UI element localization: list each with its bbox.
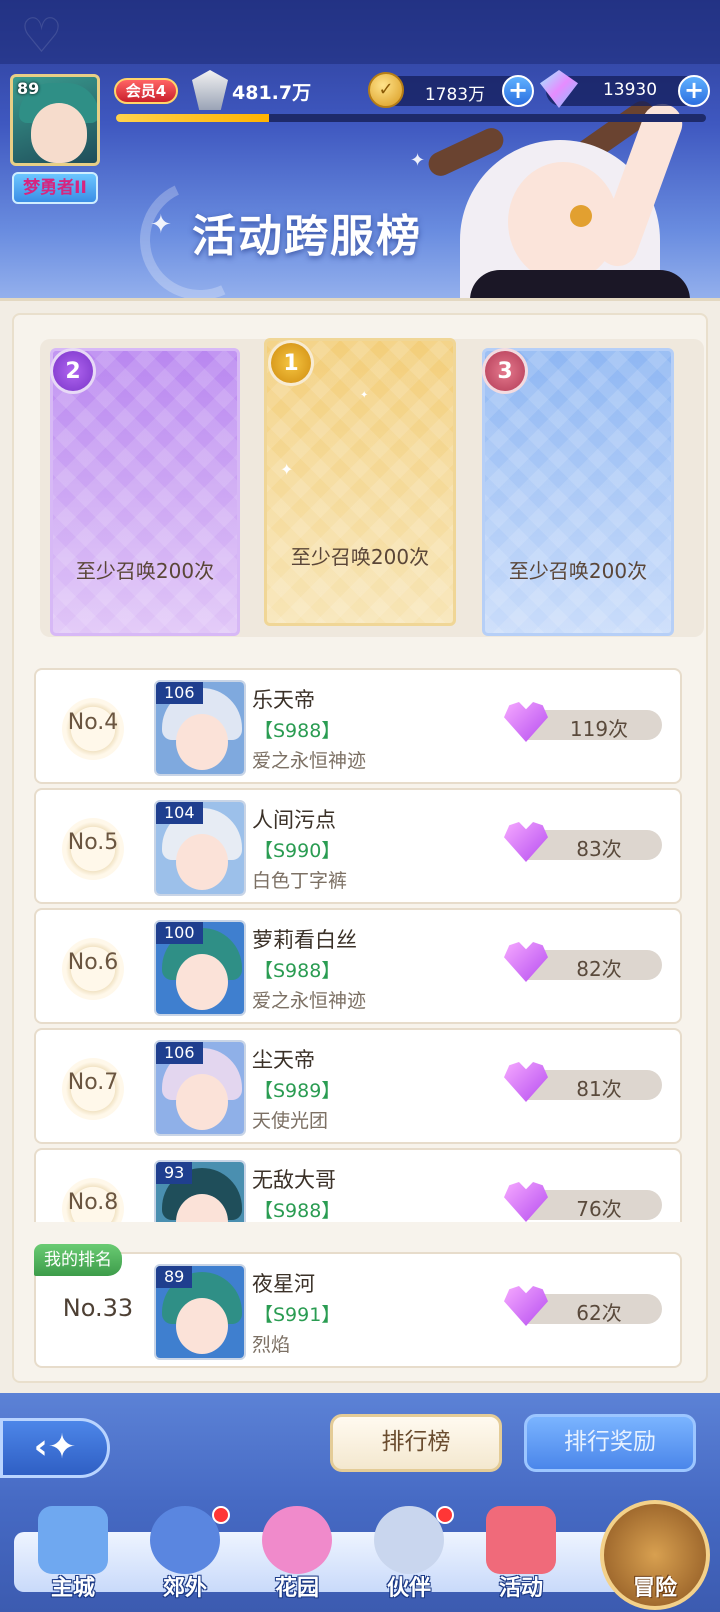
player-name: 尘天帝: [252, 1048, 315, 1072]
top-band: [0, 0, 720, 64]
podium-first-label: 至少召唤200次: [290, 545, 430, 569]
player-level: 89: [17, 79, 40, 98]
heart-garden-icon: [262, 1506, 332, 1574]
my-rank-tag: 我的排名: [34, 1244, 122, 1276]
adventure-label: 冒险: [632, 1576, 677, 1601]
page-title: 活动跨服榜: [192, 211, 422, 262]
my-rank-number: No.33: [62, 1294, 134, 1322]
ranking-row[interactable]: No.5 104 人间污点 【S990】 白色丁字裤 83次: [34, 788, 682, 904]
rank-3-medal-icon: 3: [482, 348, 528, 394]
rank-number: No.7: [67, 1070, 119, 1095]
summon-count-text: 81次: [576, 1077, 622, 1101]
player-server: 【S989】: [254, 1080, 341, 1102]
podium-third-label: 至少召唤200次: [508, 559, 648, 583]
nav-item-garden[interactable]: 花园: [242, 1506, 352, 1606]
gem-amount: 13930: [602, 80, 658, 100]
player-server: 【S988】: [254, 1200, 341, 1222]
sparkle-icon: ✦: [360, 390, 369, 401]
ranking-row[interactable]: No.6 100 萝莉看白丝 【S988】 爱之永恒神迹 82次: [34, 908, 682, 1024]
player-guild: 爱之永恒神迹: [252, 750, 367, 772]
power-value: 481.7万: [232, 82, 312, 104]
nav-item-activity[interactable]: 活动: [466, 1506, 576, 1606]
rank-number: No.5: [67, 830, 119, 855]
player-level: 104: [156, 802, 203, 824]
add-gems-button[interactable]: +: [678, 75, 710, 107]
player-server: 【S990】: [254, 840, 341, 862]
nav-item-outskirts[interactable]: 郊外: [130, 1506, 240, 1606]
notification-dot: [436, 1506, 454, 1524]
gem-currency: 13930 +: [540, 70, 710, 108]
player-level: 100: [156, 922, 203, 944]
ranking-rewards-button[interactable]: 排行奖励: [524, 1414, 696, 1472]
rank-number: No.4: [67, 710, 119, 735]
player-portrait[interactable]: 106: [154, 680, 246, 776]
add-gold-button[interactable]: +: [502, 75, 534, 107]
nav-item-partner[interactable]: 伙伴: [354, 1506, 464, 1606]
player-name: 人间污点: [252, 808, 336, 832]
nav-label: 花园: [274, 1576, 319, 1601]
nav-label: 主城: [50, 1576, 95, 1601]
nav-item-main-city[interactable]: 主城: [18, 1506, 128, 1606]
my-level: 89: [156, 1266, 193, 1288]
my-name: 夜星河: [252, 1272, 315, 1296]
nav-label: 活动: [498, 1576, 543, 1601]
gold-amount: 1783万: [424, 85, 486, 105]
rank-number: No.6: [67, 950, 119, 975]
ranking-row[interactable]: No.4 106 乐天帝 【S988】 爱之永恒神迹 119次: [34, 668, 682, 784]
adventure-button[interactable]: 冒险: [600, 1500, 710, 1610]
my-server: 【S991】: [254, 1304, 341, 1326]
podium-second-label: 至少召唤200次: [75, 559, 215, 583]
back-button[interactable]: ‹✦: [0, 1418, 110, 1478]
player-portrait[interactable]: 100: [154, 920, 246, 1016]
gift-icon: [486, 1506, 556, 1574]
summon-count-text: 76次: [576, 1197, 622, 1221]
nav-label: 郊外: [162, 1576, 207, 1601]
player-portrait[interactable]: 104: [154, 800, 246, 896]
character-illustration: [420, 96, 720, 310]
ranking-row[interactable]: No.8 93 无敌大哥 【S988】 76次: [34, 1148, 682, 1222]
ranking-row[interactable]: No.7 106 尘天帝 【S989】 天使光团 81次: [34, 1028, 682, 1144]
player-name: 乐天帝: [252, 688, 315, 712]
ranking-list[interactable]: No.4 106 乐天帝 【S988】 爱之永恒神迹 119次 No.5 104…: [34, 668, 684, 1222]
player-level: 93: [156, 1162, 193, 1184]
vip-badge[interactable]: 会员4: [114, 78, 178, 104]
leaderboard-button[interactable]: 排行榜: [330, 1414, 502, 1472]
header-banner: ♡ 活动跨服榜: [0, 0, 720, 310]
my-portrait[interactable]: 89: [154, 1264, 246, 1360]
player-name: 萝莉看白丝: [252, 928, 357, 952]
gold-currency: ✓ 1783万 +: [368, 72, 534, 108]
rank-number: No.8: [67, 1190, 119, 1215]
player-portrait[interactable]: 93: [154, 1160, 246, 1222]
my-ranking-row[interactable]: 我的排名 No.33 89 夜星河 【S991】 烈焰 62次: [34, 1244, 682, 1368]
player-level: 106: [156, 1042, 203, 1064]
castle-icon: [38, 1506, 108, 1574]
summon-count-text: 82次: [576, 957, 622, 981]
nav-label: 伙伴: [386, 1576, 431, 1601]
player-title-badge[interactable]: 梦勇者II: [12, 172, 98, 204]
player-guild: 白色丁字裤: [252, 870, 348, 892]
gold-coin-icon: ✓: [368, 72, 404, 108]
heart-decoration-icon: ♡: [20, 8, 64, 64]
notification-dot: [212, 1506, 230, 1524]
my-guild: 烈焰: [252, 1334, 291, 1356]
exp-progress-bar: [116, 114, 706, 122]
summon-count-text: 83次: [576, 837, 622, 861]
player-server: 【S988】: [254, 960, 341, 982]
compass-icon: [150, 1506, 220, 1574]
rank-1-medal-icon: 1: [268, 340, 314, 386]
my-summon-count-text: 62次: [576, 1301, 622, 1325]
player-server: 【S988】: [254, 720, 341, 742]
player-name: 无敌大哥: [252, 1168, 336, 1192]
partner-icon: [374, 1506, 444, 1574]
player-guild: 爱之永恒神迹: [252, 990, 367, 1012]
summon-count-text: 119次: [569, 717, 629, 741]
player-guild: 天使光团: [252, 1110, 329, 1132]
player-portrait[interactable]: 106: [154, 1040, 246, 1136]
rank-2-medal-icon: 2: [50, 348, 96, 394]
exp-progress-fill: [116, 114, 270, 122]
sparkle-icon: ✦: [280, 460, 294, 479]
player-level: 106: [156, 682, 203, 704]
player-avatar[interactable]: 89: [10, 74, 100, 166]
